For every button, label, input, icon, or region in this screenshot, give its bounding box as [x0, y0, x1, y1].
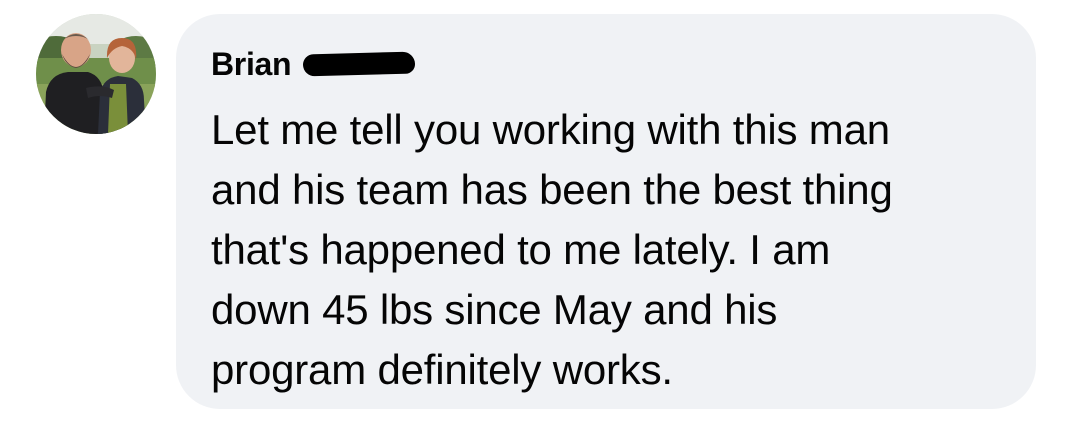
- author-name[interactable]: Brian: [211, 42, 292, 86]
- comment: Brian Let me tell you working with this …: [0, 0, 1080, 427]
- comment-text: Let me tell you working with this man an…: [211, 106, 893, 393]
- avatar[interactable]: [36, 14, 156, 134]
- comment-bubble: Brian Let me tell you working with this …: [176, 14, 1036, 409]
- comment-author-row: Brian: [211, 42, 1006, 86]
- redaction-mark: [303, 51, 416, 77]
- profile-photo-icon: [36, 14, 156, 134]
